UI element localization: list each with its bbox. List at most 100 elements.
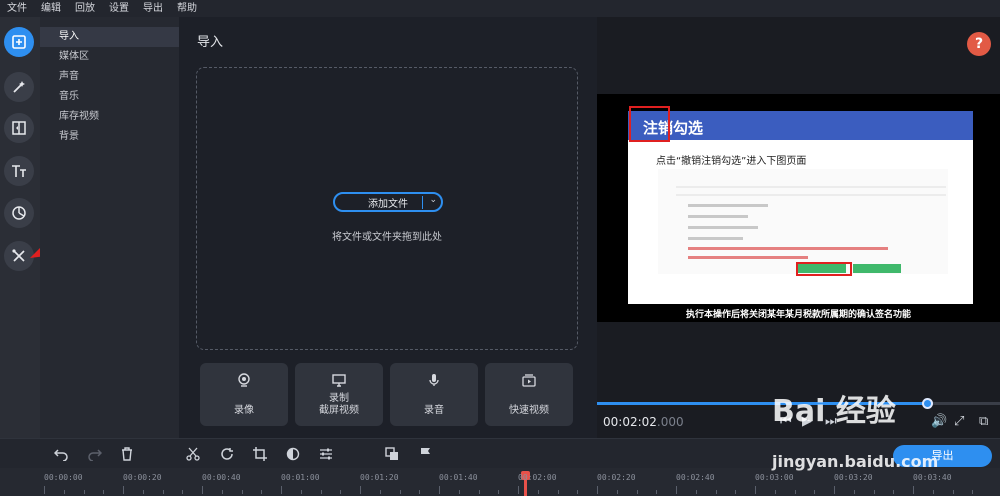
transitions-tool-button[interactable]: [4, 113, 34, 143]
menu-playback[interactable]: 回放: [68, 0, 102, 17]
ruler-tick: [557, 490, 559, 494]
ruler-tick: [300, 490, 302, 494]
ruler-tick: [202, 486, 203, 494]
webcam-icon: [238, 373, 250, 387]
screen-capture-icon: [332, 374, 346, 387]
settings-sliders-icon[interactable]: [319, 447, 333, 461]
microphone-icon: [429, 374, 439, 386]
file-drop-zone[interactable]: 添加文件 ⌄ 将文件或文件夹拖到此处: [196, 67, 578, 350]
volume-icon[interactable]: 🔊: [931, 414, 947, 429]
sidebar-item-stock-video[interactable]: 库存视频: [40, 107, 179, 127]
timecode: 00:02:02.000: [603, 415, 684, 429]
menu-export[interactable]: 导出: [136, 0, 170, 17]
detach-icon[interactable]: ⧉: [979, 414, 988, 429]
ruler-label: 00:02:20: [597, 473, 636, 482]
chevron-down-icon[interactable]: ⌄: [429, 195, 437, 205]
add-files-button[interactable]: 添加文件 ⌄: [333, 192, 443, 212]
capture-tiles: 录像 录制 截屏视频 录音 快速视频: [200, 363, 574, 426]
preview-panel: ? 注销勾选 点击“撤销注销勾选”进入下图页面 执行本操作后将关闭某年某月税款所…: [597, 17, 1000, 438]
slide-header: 注销勾选: [628, 111, 973, 140]
menu-settings[interactable]: 设置: [102, 0, 136, 17]
import-sidebar: 导入 媒体区 声音 音乐 库存视频 背景: [40, 17, 179, 438]
ruler-tick: [893, 490, 895, 494]
record-video-tile[interactable]: 录像: [200, 363, 288, 426]
ruler-label: 00:03:20: [834, 473, 873, 482]
ruler-tick: [972, 490, 974, 494]
ruler-tick: [241, 490, 243, 494]
ruler-label: 00:02:40: [676, 473, 715, 482]
transition-icon: [12, 121, 26, 135]
ruler-tick: [439, 486, 440, 494]
ruler-label: 00:01:40: [439, 473, 478, 482]
ruler-label: 00:01:20: [360, 473, 399, 482]
sidebar-item-sound[interactable]: 声音: [40, 67, 179, 87]
ruler-tick: [379, 490, 381, 494]
video-caption: 执行本操作后将关闭某年某月税款所属期的确认签名功能: [685, 310, 911, 320]
ruler-tick: [458, 490, 460, 494]
scrubber-handle[interactable]: [922, 398, 934, 409]
menu-help[interactable]: 帮助: [170, 0, 204, 17]
redo-icon[interactable]: [88, 447, 102, 461]
record-audio-tile[interactable]: 录音: [390, 363, 478, 426]
ruler-tick: [498, 490, 500, 494]
ruler-label: 00:03:40: [913, 473, 952, 482]
magic-tool-button[interactable]: [4, 72, 34, 102]
ruler-tick: [676, 486, 677, 494]
ruler-tick: [419, 490, 421, 494]
rotate-icon[interactable]: [220, 447, 234, 461]
tile-label: 录音: [424, 405, 444, 416]
ruler-tick: [853, 490, 855, 494]
ruler-tick: [735, 490, 737, 494]
ruler-tick: [794, 490, 796, 494]
sidebar-item-media-bin[interactable]: 媒体区: [40, 47, 179, 67]
menu-file[interactable]: 文件: [0, 0, 34, 17]
quick-video-tile[interactable]: 快速视频: [485, 363, 573, 426]
delete-icon[interactable]: [120, 447, 134, 461]
ruler-label: 00:00:00: [44, 473, 83, 482]
fullscreen-icon[interactable]: ⤢: [954, 414, 964, 429]
ruler-tick: [478, 490, 480, 494]
ruler-tick: [162, 490, 164, 494]
tile-label: 录像: [234, 405, 254, 416]
timecode-main: 00:02:02: [603, 415, 657, 429]
ruler-label: 00:01:00: [281, 473, 320, 482]
ruler-tick: [814, 490, 816, 494]
crop-icon[interactable]: [253, 447, 267, 461]
menu-edit[interactable]: 编辑: [34, 0, 68, 17]
color-adjust-icon[interactable]: [286, 447, 300, 461]
ruler-tick: [320, 490, 322, 494]
sticker-icon: [12, 206, 26, 220]
menu-bar: 文件 编辑 回放 设置 导出 帮助: [0, 0, 1000, 17]
ruler-tick: [518, 486, 519, 494]
timeline-ruler[interactable]: 00:00:00 00:00:20 00:00:40 00:01:00 00:01:20…: [0, 468, 1000, 496]
ruler-label: 00:02:00: [518, 473, 557, 482]
import-panel: 导入 添加文件 ⌄ 将文件或文件夹拖到此处 录像 录制 截屏视频 录音 快速视频: [179, 17, 597, 438]
ruler-tick: [103, 490, 105, 494]
undo-icon[interactable]: [54, 447, 68, 461]
marker-flag-icon[interactable]: [418, 447, 432, 461]
cut-icon[interactable]: [186, 447, 200, 461]
watermark-url: jingyan.baidu.com: [772, 452, 939, 471]
sidebar-item-import[interactable]: 导入: [40, 27, 179, 47]
ruler-tick: [873, 490, 875, 494]
ruler-label: 00:03:00: [755, 473, 794, 482]
import-tool-button[interactable]: [4, 27, 34, 57]
overlay-icon[interactable]: [385, 447, 399, 461]
sidebar-item-music[interactable]: 音乐: [40, 87, 179, 107]
ruler-tick: [281, 486, 282, 494]
tool-rail: [0, 17, 97, 438]
ruler-tick: [695, 490, 697, 494]
ruler-tick: [340, 490, 342, 494]
help-button[interactable]: ?: [967, 32, 991, 56]
sidebar-item-backgrounds[interactable]: 背景: [40, 127, 179, 147]
record-screencast-tile[interactable]: 录制 截屏视频: [295, 363, 383, 426]
titles-tool-button[interactable]: [4, 156, 34, 186]
annotation-box: [629, 106, 670, 142]
page-title: 导入: [197, 35, 224, 50]
video-player[interactable]: 注销勾选 点击“撤销注销勾选”进入下图页面 执行本操作后将关闭某年某月税款所属期…: [597, 94, 1000, 322]
ruler-tick: [83, 490, 85, 494]
add-files-label: 添加文件: [368, 198, 408, 210]
ruler-label: 00:00:40: [202, 473, 241, 482]
drop-hint: 将文件或文件夹拖到此处: [332, 232, 442, 243]
ruler-tick: [715, 490, 717, 494]
